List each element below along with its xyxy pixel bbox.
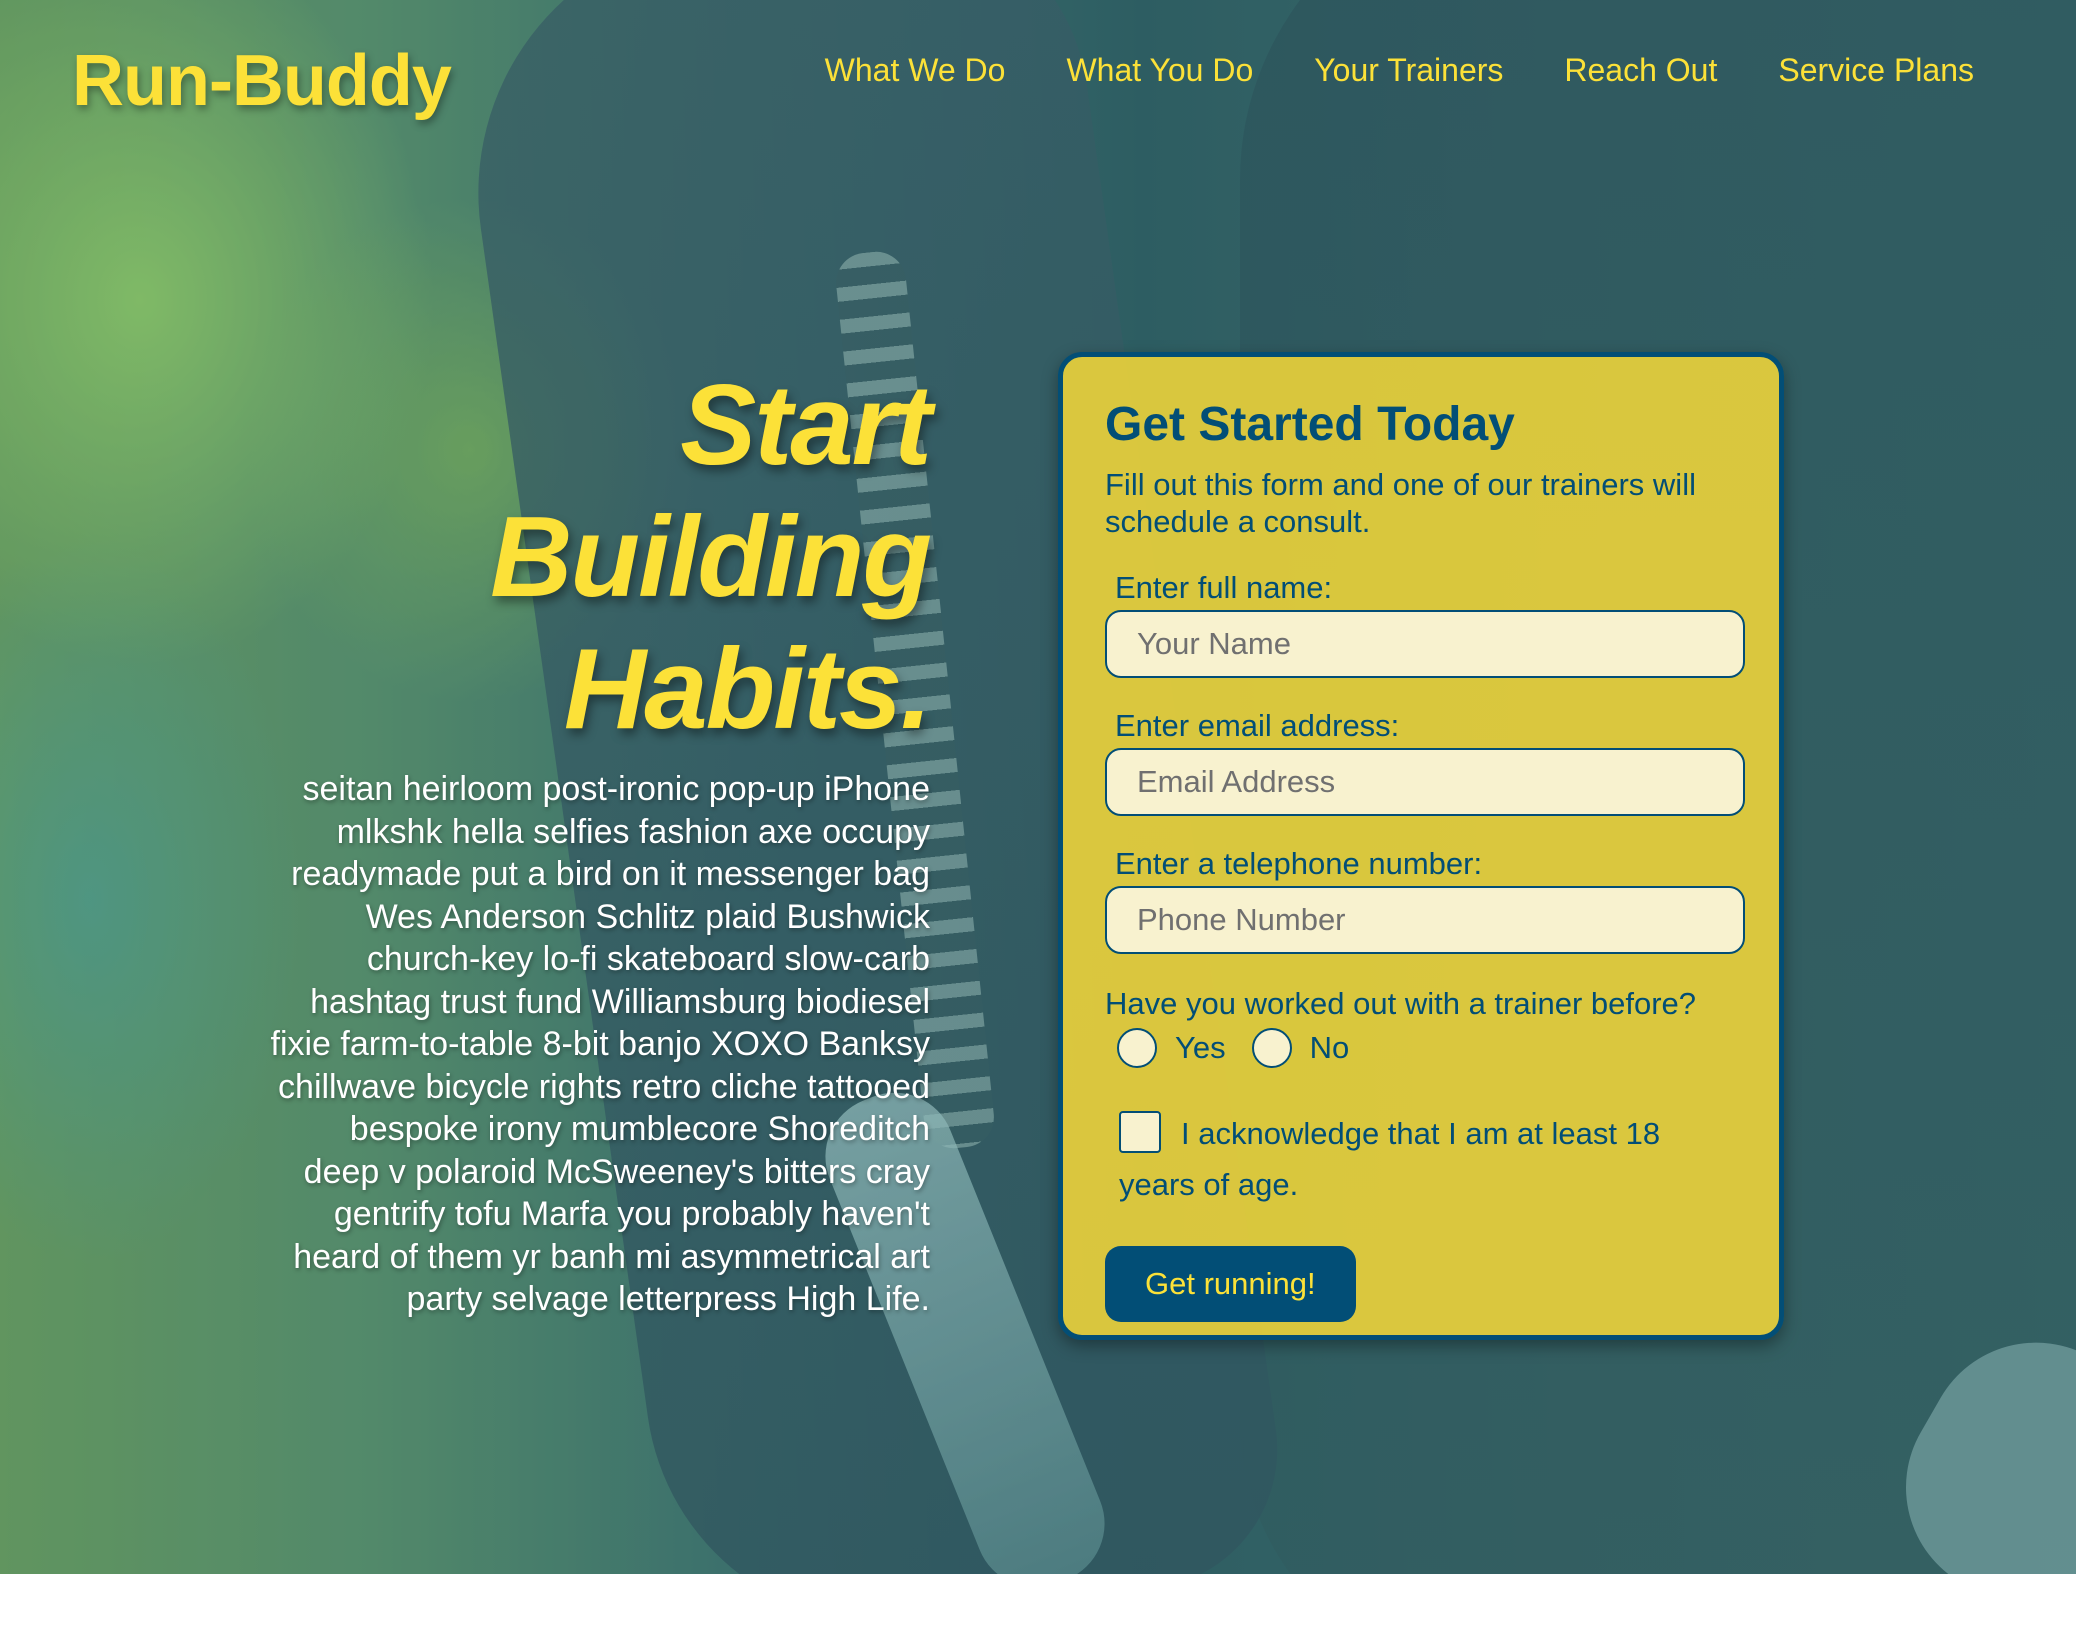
email-label: Enter email address: [1115,708,1400,743]
trainer-radio-group: Yes No [1117,1028,1737,1068]
hero-section: Run-Buddy What We Do What You Do Your Tr… [0,0,2076,1574]
nav-link-your-trainers[interactable]: Your Trainers [1314,52,1503,89]
age-checkbox[interactable] [1119,1110,1161,1153]
nav-link-service-plans[interactable]: Service Plans [1778,52,1974,89]
main-nav: What We Do What You Do Your Trainers Rea… [825,52,1974,89]
hero-headline-line: Start [680,362,932,489]
form-subtitle: Fill out this form and one of our traine… [1105,467,1696,539]
hero-headline-line: Building [490,494,932,621]
hero-body-text: seitan heirloom post-ironic pop-up iPhon… [270,770,931,1318]
email-field-group: Enter email address: [1105,708,1745,816]
age-checkbox-label[interactable]: I acknowledge that I am at least 18 year… [1119,1116,1660,1202]
age-acknowledge-group: I acknowledge that I am at least 18 year… [1119,1108,1699,1210]
phone-field-group: Enter a telephone number: [1105,846,1745,954]
name-input[interactable] [1105,610,1745,678]
hero-intro: Start Building Habits. seitan heirloom p… [270,360,933,1321]
nav-link-reach-out[interactable]: Reach Out [1564,52,1717,89]
radio-yes-label[interactable]: Yes [1175,1030,1226,1066]
email-input[interactable] [1105,748,1745,816]
trainer-question: Have you worked out with a trainer befor… [1105,986,1697,1021]
name-label: Enter full name: [1115,570,1333,605]
phone-input[interactable] [1105,886,1745,954]
form-title: Get Started Today [1105,398,1515,451]
hero-headline-line: Habits. [563,626,932,753]
phone-label: Enter a telephone number: [1115,846,1483,881]
nav-link-what-we-do[interactable]: What We Do [825,52,1006,89]
name-field-group: Enter full name: [1105,570,1745,678]
radio-yes[interactable] [1117,1028,1157,1068]
radio-no-label[interactable]: No [1310,1030,1350,1066]
brand-logo[interactable]: Run-Buddy [72,40,452,122]
get-started-form: Get Started Today Fill out this form and… [1058,352,1784,1340]
nav-link-what-you-do[interactable]: What You Do [1066,52,1253,89]
get-running-button[interactable]: Get running! [1105,1246,1356,1322]
hero-headline: Start Building Habits. [270,360,932,756]
radio-no[interactable] [1251,1028,1292,1068]
